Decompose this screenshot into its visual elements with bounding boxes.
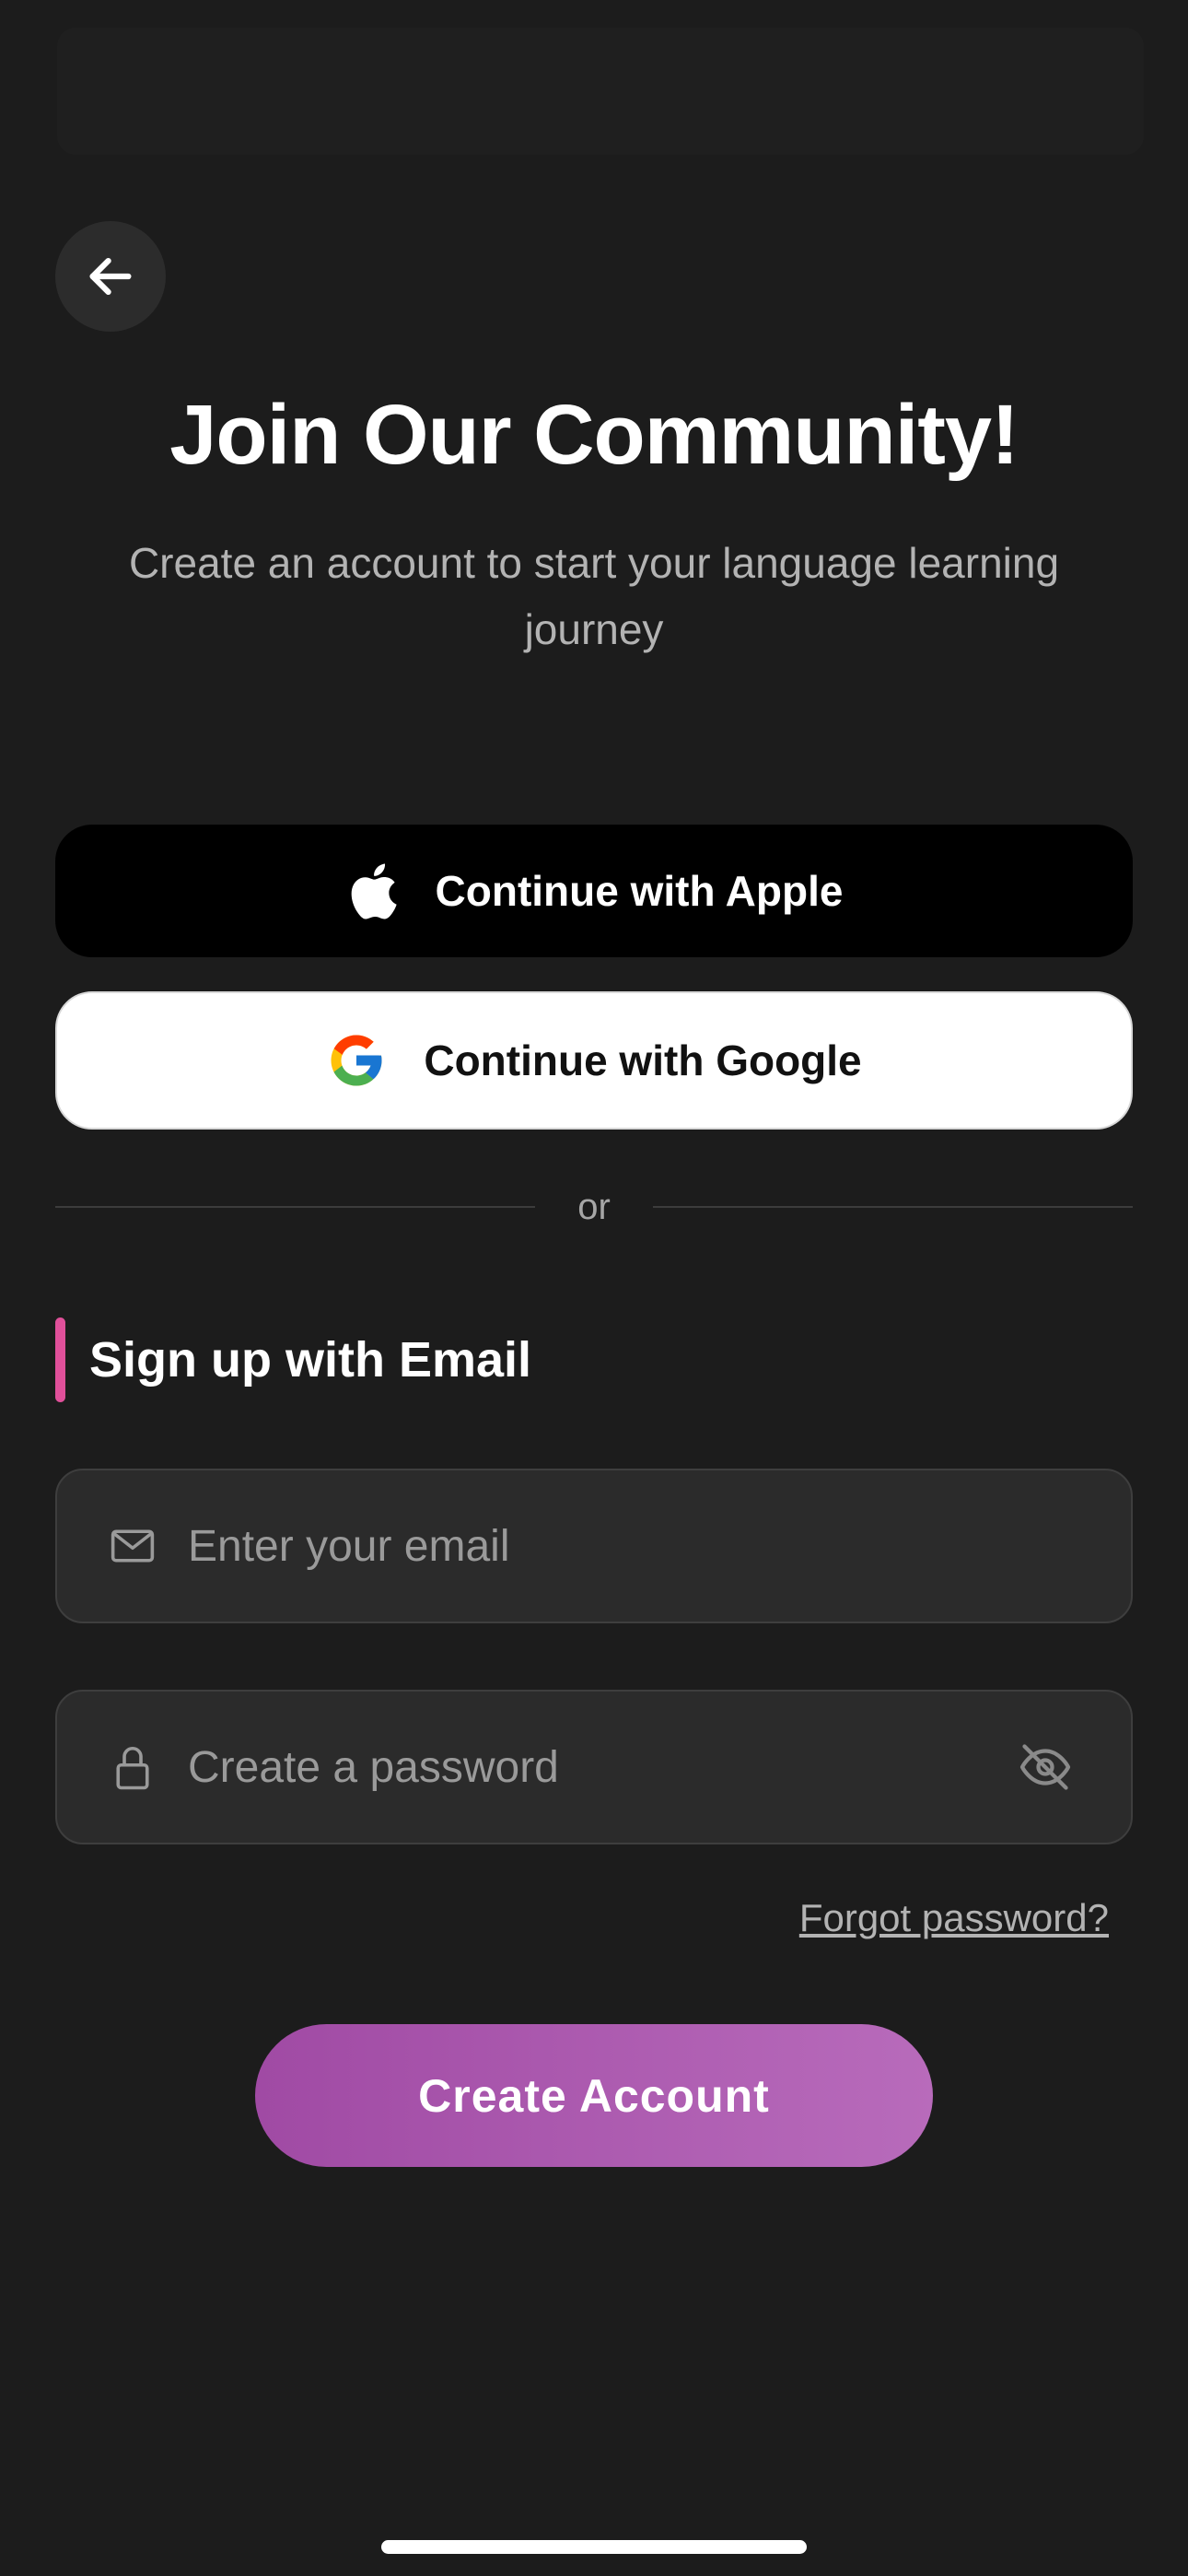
password-visibility-toggle[interactable]	[1015, 1737, 1076, 1797]
page-title: Join Our Community!	[169, 388, 1019, 482]
sign-up-screen: Join Our Community! Create an account to…	[0, 0, 1188, 2576]
or-divider: or	[55, 1179, 1134, 1235]
envelope-icon	[105, 1518, 160, 1574]
lock-icon	[105, 1739, 160, 1795]
email-field[interactable]	[55, 1469, 1133, 1623]
back-button[interactable]	[55, 221, 166, 332]
email-section-title: Sign up with Email	[89, 1332, 532, 1388]
google-button-label: Continue with Google	[424, 1036, 862, 1084]
divider-line-right	[652, 1206, 1134, 1208]
create-account-button[interactable]: Create Account	[255, 2024, 933, 2167]
password-field[interactable]	[55, 1690, 1133, 1844]
page-subtitle: Create an account to start your language…	[128, 539, 1060, 653]
create-account-label: Create Account	[418, 2069, 770, 2122]
section-accent-bar	[55, 1317, 65, 1402]
apple-logo-icon	[351, 863, 397, 919]
continue-with-google-button[interactable]: Continue with Google	[55, 991, 1133, 1130]
password-input[interactable]	[188, 1741, 1015, 1793]
eye-slash-icon	[1019, 1744, 1071, 1790]
forgot-password-link[interactable]: Forgot password?	[799, 1896, 1109, 1940]
apple-button-label: Continue with Apple	[435, 867, 844, 915]
home-indicator	[381, 2540, 807, 2554]
divider-text: or	[577, 1186, 611, 1227]
divider-line-left	[55, 1206, 536, 1208]
google-logo-icon	[331, 1035, 382, 1086]
arrow-left-icon	[89, 257, 132, 296]
email-section-header: Sign up with Email	[55, 1317, 531, 1402]
top-bar	[57, 28, 1144, 155]
email-input[interactable]	[188, 1520, 1076, 1572]
continue-with-apple-button[interactable]: Continue with Apple	[55, 825, 1133, 957]
